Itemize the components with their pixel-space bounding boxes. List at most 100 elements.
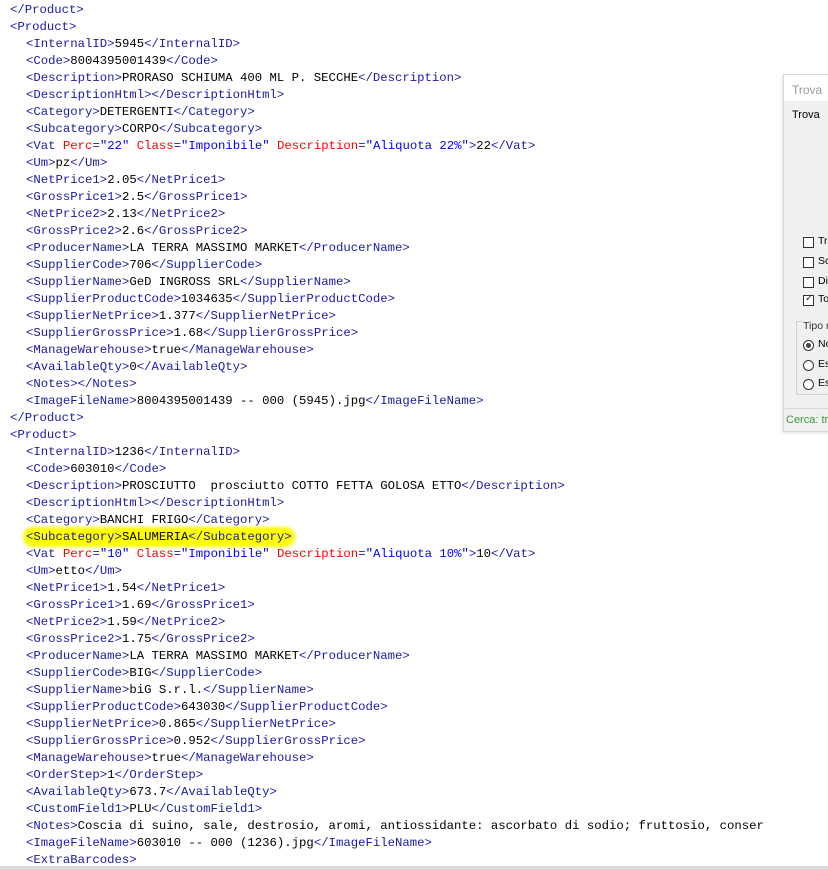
xml-tag: <InternalID> — [26, 37, 115, 51]
find-panel-title[interactable]: Trova — [784, 75, 828, 101]
search-type-radio-2[interactable] — [803, 360, 814, 371]
xml-line-content: <OrderStep>1</OrderStep> — [26, 768, 203, 782]
xml-text: PLU — [129, 802, 152, 816]
xml-tag: </Description> — [358, 71, 462, 85]
xml-attribute-value: "Imponibile" — [181, 139, 270, 153]
xml-tag: <Subcategory> — [26, 122, 122, 136]
xml-tag: <Category> — [26, 513, 100, 527]
xml-attribute-name: Description — [277, 139, 359, 153]
xml-tag: </InternalID> — [144, 445, 241, 459]
xml-line-content: <NetPrice1>1.54</NetPrice1> — [26, 581, 225, 595]
xml-text: GeD INGROSS SRL — [129, 275, 241, 289]
xml-line-content: <Um>pz</Um> — [26, 156, 107, 170]
xml-line-content: <Subcategory>CORPO</Subcategory> — [26, 122, 262, 136]
xml-tag: <Notes> — [26, 377, 78, 391]
xml-text: 1.68 — [173, 326, 204, 340]
xml-line-content: <SupplierProductCode>1034635</SupplierPr… — [26, 292, 395, 306]
option-label-2: Sc — [818, 255, 828, 267]
xml-line-content: </Product> — [10, 411, 84, 425]
xml-line: <Category>DETERGENTI</Category> — [26, 104, 255, 121]
xml-line: <Vat Perc="22" Class="Imponibile" Descri… — [26, 138, 535, 155]
xml-line: <GrossPrice1>1.69</GrossPrice1> — [26, 597, 255, 614]
xml-tag: <SupplierCode> — [26, 258, 130, 272]
xml-line: <Notes></Notes> — [26, 376, 137, 393]
xml-text: 0.952 — [173, 734, 211, 748]
xml-tag: <NetPrice2> — [26, 615, 108, 629]
xml-line: </Product> — [10, 410, 84, 427]
search-type-radio-1[interactable] — [803, 340, 814, 351]
xml-tag: </SupplierCode> — [151, 258, 263, 272]
xml-text: pz — [55, 156, 71, 170]
xml-line-content: <Code>8004395001439</Code> — [26, 54, 218, 68]
xml-tag: <GrossPrice2> — [26, 632, 122, 646]
xml-text: 1236 — [114, 445, 145, 459]
xml-line-content: <Um>etto</Um> — [26, 564, 122, 578]
xml-text: biG S.r.l. — [129, 683, 204, 697]
xml-text: BANCHI FRIGO — [99, 513, 189, 527]
xml-editor[interactable]: </Product> <Product> <InternalID>5945</Int… — [0, 0, 828, 866]
xml-tag: <SupplierName> — [26, 683, 130, 697]
xml-line-content: <SupplierNetPrice>0.865</SupplierNetPric… — [26, 717, 336, 731]
xml-line: <GrossPrice1>2.5</GrossPrice1> — [26, 189, 247, 206]
xml-tag: <ImageFileName> — [26, 836, 137, 850]
search-type-label-1: No — [818, 338, 828, 350]
xml-line-content: <SupplierCode>706</SupplierCode> — [26, 258, 262, 272]
xml-tag: = — [92, 547, 100, 561]
xml-line: <InternalID>1236</InternalID> — [26, 444, 240, 461]
xml-line: <ManageWarehouse>true</ManageWarehouse> — [26, 750, 314, 767]
xml-tag: = — [358, 139, 366, 153]
xml-text: 8004395001439 — [70, 54, 167, 68]
xml-text: true — [151, 343, 181, 357]
xml-line: <DescriptionHtml></DescriptionHtml> — [26, 87, 284, 104]
xml-text: 0 — [129, 360, 137, 374]
xml-tag: <Vat — [26, 139, 63, 153]
horizontal-scrollbar[interactable] — [0, 866, 828, 870]
xml-attribute-value: "10" — [99, 547, 130, 561]
xml-line-content: <NetPrice1>2.05</NetPrice1> — [26, 173, 225, 187]
find-tab[interactable]: Trova — [792, 109, 820, 121]
xml-line-content: <SupplierNetPrice>1.377</SupplierNetPric… — [26, 309, 336, 323]
xml-tag: </OrderStep> — [114, 768, 204, 782]
xml-tag: </Subcategory> — [188, 530, 292, 544]
xml-line-content: <InternalID>1236</InternalID> — [26, 445, 240, 459]
xml-text: 706 — [129, 258, 152, 272]
xml-text: 22 — [476, 139, 492, 153]
xml-text — [129, 547, 136, 561]
xml-line: <Subcategory>SALUMERIA</Subcategory> — [26, 529, 292, 546]
xml-tag: </NetPrice2> — [136, 207, 226, 221]
option-label-1: Tr — [818, 235, 828, 247]
xml-tag: </NetPrice2> — [136, 615, 226, 629]
find-status-bar: Cerca: tr — [784, 408, 828, 431]
xml-tag: <SupplierCode> — [26, 666, 130, 680]
xml-line-content: <SupplierGrossPrice>1.68</SupplierGrossP… — [26, 326, 358, 340]
xml-line: <SupplierGrossPrice>0.952</SupplierGross… — [26, 733, 365, 750]
option-checkbox-4[interactable]: ✓ — [803, 293, 814, 306]
search-type-radio-3[interactable] — [803, 379, 814, 390]
xml-line-content: <DescriptionHtml></DescriptionHtml> — [26, 496, 284, 510]
option-checkbox-3[interactable] — [803, 277, 814, 288]
xml-tag: </Code> — [166, 54, 218, 68]
xml-line-content: <Category>BANCHI FRIGO</Category> — [26, 513, 270, 527]
xml-line: <Code>8004395001439</Code> — [26, 53, 218, 70]
xml-tag: <Um> — [26, 156, 56, 170]
xml-line: <GrossPrice2>1.75</GrossPrice2> — [26, 631, 255, 648]
xml-text: 603010 — [70, 462, 115, 476]
xml-text — [270, 139, 277, 153]
xml-line: <NetPrice2>1.59</NetPrice2> — [26, 614, 225, 631]
xml-tag: </Subcategory> — [158, 122, 263, 136]
option-checkbox-2[interactable] — [803, 257, 814, 268]
option-checkbox-1[interactable] — [803, 237, 814, 248]
xml-attribute-value: "Aliquota 10%" — [365, 547, 469, 561]
xml-tag: <GrossPrice1> — [26, 598, 122, 612]
xml-line: <Code>603010</Code> — [26, 461, 166, 478]
xml-text: 1.377 — [158, 309, 196, 323]
xml-line-content: <Notes></Notes> — [26, 377, 137, 391]
xml-line-content: <ProducerName>LA TERRA MASSIMO MARKET</P… — [26, 241, 410, 255]
xml-tag: = — [358, 547, 366, 561]
xml-tag: <SupplierGrossPrice> — [26, 326, 174, 340]
xml-tag: </SupplierProductCode> — [225, 700, 388, 714]
radio-selected-icon — [806, 343, 811, 348]
xml-attribute-name: Perc — [62, 139, 93, 153]
xml-tag: = — [92, 139, 100, 153]
xml-line: <SupplierNetPrice>1.377</SupplierNetPric… — [26, 308, 336, 325]
